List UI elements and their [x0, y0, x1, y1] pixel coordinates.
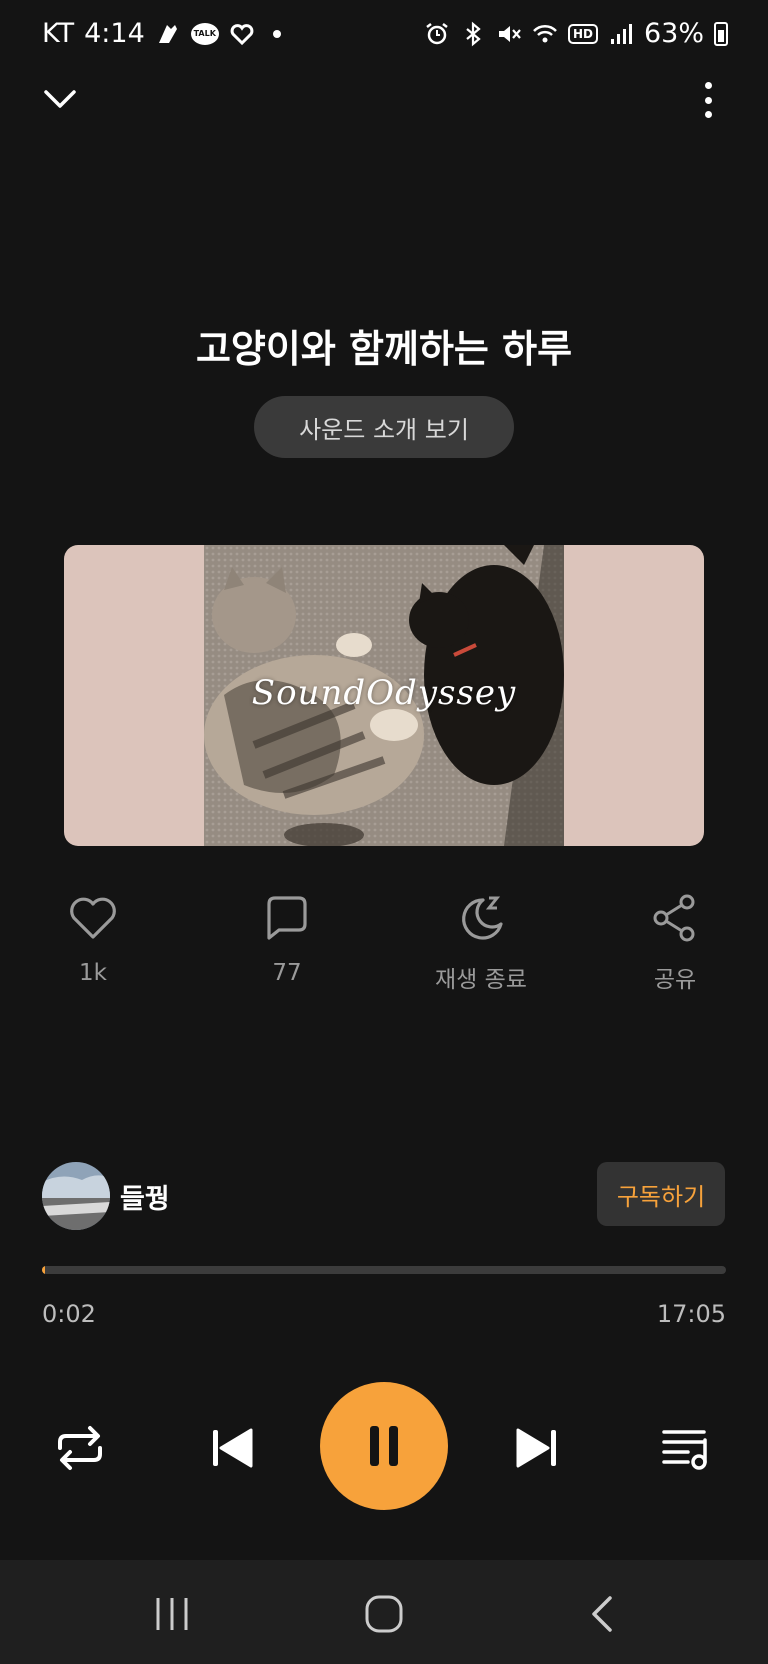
skip-next-icon [516, 1428, 556, 1468]
artwork-overlay-text: SoundOdyssey [251, 673, 517, 713]
repeat-icon [58, 1426, 102, 1470]
artwork: SoundOdyssey [64, 545, 704, 846]
signal-icon [608, 21, 634, 47]
comment-button[interactable]: 77 [222, 890, 352, 986]
repeat-button[interactable] [52, 1420, 108, 1476]
channel-avatar[interactable] [42, 1162, 110, 1230]
app-notification-icon [155, 21, 181, 47]
heart-icon [70, 897, 116, 939]
back-button[interactable] [584, 1594, 620, 1634]
sleep-timer-label: 재생 종료 [435, 967, 527, 993]
wifi-icon [532, 21, 558, 47]
battery-percent: 63% [643, 18, 704, 49]
heart-notification-icon [229, 21, 255, 47]
more-options-button[interactable] [688, 78, 728, 122]
share-button[interactable]: 공유 [610, 890, 740, 994]
more-vertical-dot [704, 96, 712, 104]
carrier-label: KT [42, 18, 75, 49]
status-right: HD 63% [424, 18, 728, 49]
home-icon [365, 1595, 403, 1633]
subscribe-button[interactable]: 구독하기 [597, 1162, 725, 1226]
battery-icon [714, 21, 728, 46]
clock: 4:14 [84, 18, 145, 49]
playlist-button[interactable] [658, 1420, 714, 1476]
pause-button[interactable] [320, 1382, 448, 1510]
more-vertical-icon [704, 82, 712, 89]
channel-name[interactable]: 들꿩 [120, 1177, 170, 1216]
like-count: 1k [79, 960, 107, 986]
sleep-timer-button[interactable]: 재생 종료 [416, 890, 546, 994]
mute-icon [496, 21, 522, 47]
like-button[interactable]: 1k [28, 890, 158, 986]
pause-icon [370, 1426, 398, 1466]
comment-icon [267, 896, 307, 940]
home-button[interactable] [364, 1594, 404, 1634]
playlist-icon [662, 1430, 707, 1470]
progress-fill [42, 1266, 45, 1274]
recent-apps-icon [156, 1598, 188, 1630]
recent-apps-button[interactable] [150, 1596, 194, 1632]
collapse-button[interactable] [40, 80, 80, 120]
total-time: 17:05 [656, 1300, 726, 1328]
previous-button[interactable] [205, 1420, 261, 1476]
bluetooth-icon [460, 21, 486, 47]
progress-bar[interactable] [42, 1266, 726, 1274]
sound-intro-button[interactable]: 사운드 소개 보기 [254, 396, 514, 458]
avatar-image [42, 1162, 110, 1230]
skip-previous-icon [213, 1428, 253, 1468]
more-vertical-dot [704, 111, 712, 118]
alarm-icon [424, 21, 450, 47]
hd-voice-icon: HD [567, 23, 598, 44]
status-left: KT 4:14 TALK [42, 18, 281, 49]
share-label: 공유 [653, 967, 697, 993]
chevron-down-icon [44, 90, 76, 108]
comment-count: 77 [272, 960, 302, 986]
back-icon [592, 1596, 612, 1632]
share-icon [653, 894, 695, 942]
moon-sleep-icon [462, 896, 503, 940]
sound-title: 고양이와 함께하는 하루 [195, 327, 573, 371]
next-button[interactable] [508, 1420, 564, 1476]
more-notifications-dot [272, 29, 281, 38]
kakaotalk-icon: TALK [190, 22, 219, 45]
current-time: 0:02 [42, 1300, 96, 1328]
